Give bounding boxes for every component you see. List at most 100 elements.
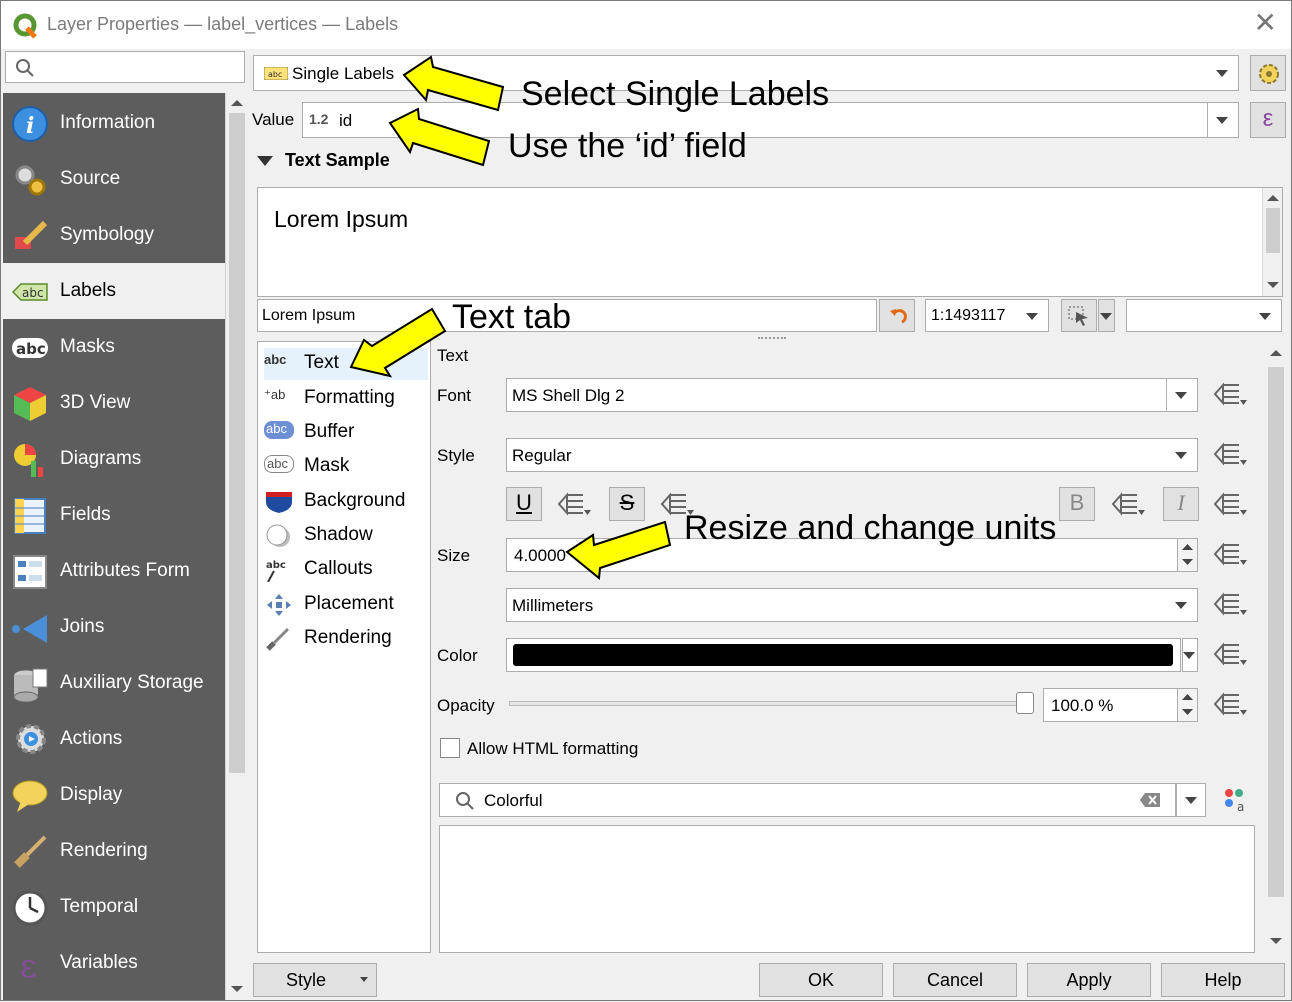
style-combo[interactable]: Regular: [506, 438, 1198, 472]
sidebar-item-actions[interactable]: Actions: [3, 711, 225, 767]
search-icon: [456, 792, 474, 810]
size-stepper[interactable]: [1177, 539, 1197, 571]
data-defined-override-opacity-icon[interactable]: [1213, 691, 1247, 717]
sidebar-item-display[interactable]: Display: [3, 767, 225, 823]
bold-button[interactable]: B: [1059, 487, 1095, 521]
scale-value: 1:1493117: [931, 307, 1006, 324]
sidebar-item-label: Auxiliary Storage: [60, 672, 204, 693]
style-manager-icon[interactable]: a: [1223, 787, 1249, 813]
sidebar-item-temporal[interactable]: Temporal: [3, 879, 225, 935]
formatting-icon: ⁺ab: [264, 387, 286, 402]
buffer-icon: abc: [264, 421, 294, 439]
masks-icon: abc: [12, 338, 48, 358]
scroll-thumb[interactable]: [229, 113, 245, 773]
sidebar-item-attributes-form[interactable]: Attributes Form: [3, 543, 225, 599]
sidebar-item-fields[interactable]: Fields: [3, 487, 225, 543]
style-filter-dropdown[interactable]: [1176, 783, 1206, 817]
apply-button[interactable]: Apply: [1027, 963, 1151, 997]
preview-text: Lorem Ipsum: [274, 206, 409, 232]
scroll-up-icon[interactable]: [1270, 349, 1282, 357]
opacity-label: Opacity: [437, 696, 495, 715]
collapse-triangle-icon[interactable]: [257, 155, 273, 167]
scroll-up-icon[interactable]: [1267, 194, 1279, 202]
sidebar-item-label: 3D View: [60, 392, 131, 413]
step-down-icon[interactable]: [1182, 708, 1193, 716]
step-up-icon[interactable]: [1182, 693, 1193, 701]
italic-button[interactable]: I: [1163, 487, 1199, 521]
color-button[interactable]: [506, 638, 1181, 672]
label-tabs-list: abc Text ⁺ab Formatting abc Buffer abc M…: [257, 341, 431, 953]
annotation-select-single-labels: Select Single Labels: [521, 75, 830, 113]
sidebar-item-source[interactable]: Source: [3, 151, 225, 207]
sidebar-item-variables[interactable]: ε Variables: [3, 935, 225, 991]
close-icon[interactable]: ✕: [1254, 9, 1277, 37]
opacity-stepper[interactable]: [1177, 689, 1197, 721]
auto-config-button[interactable]: [1250, 55, 1286, 91]
scroll-thumb[interactable]: [1266, 208, 1280, 253]
sidebar-item-auxiliary-storage[interactable]: Auxiliary Storage: [3, 655, 225, 711]
sidebar-item-masks[interactable]: abc Masks: [3, 319, 225, 375]
data-defined-override-italic-icon[interactable]: [1213, 491, 1247, 517]
background-color-dropdown[interactable]: [1098, 299, 1115, 332]
tab-text[interactable]: abc Text: [264, 348, 428, 380]
strikeout-button[interactable]: S: [609, 487, 645, 521]
opacity-slider-track[interactable]: [509, 692, 1034, 714]
expression-button[interactable]: ε: [1250, 102, 1286, 138]
sidebar-item-rendering[interactable]: Rendering: [3, 823, 225, 879]
scroll-down-icon[interactable]: [1270, 937, 1282, 945]
style-value: Regular: [512, 446, 572, 465]
step-up-icon[interactable]: [1182, 543, 1193, 551]
value-field-value: id: [339, 111, 353, 130]
style-gallery[interactable]: [439, 825, 1255, 953]
data-defined-override-style-icon[interactable]: [1213, 441, 1247, 467]
underline-button[interactable]: U: [506, 487, 542, 521]
opacity-spinbox[interactable]: 100.0 %: [1043, 688, 1198, 722]
clear-icon[interactable]: [1139, 792, 1161, 808]
background-color-button[interactable]: [1061, 299, 1097, 332]
style-menu-button[interactable]: Style: [253, 963, 377, 997]
step-down-icon[interactable]: [1182, 558, 1193, 566]
allow-html-checkbox[interactable]: [440, 738, 460, 758]
sidebar-item-labels[interactable]: abc Labels: [3, 263, 225, 319]
settings-scrollbar[interactable]: [1265, 341, 1287, 953]
divider: [1207, 103, 1208, 137]
cancel-button[interactable]: Cancel: [893, 963, 1017, 997]
sidebar-item-label: Fields: [60, 504, 111, 525]
sidebar-item-information[interactable]: i Information: [3, 95, 225, 151]
splitter-handle[interactable]: [758, 337, 786, 340]
ok-button[interactable]: OK: [759, 963, 883, 997]
sidebar-item-3d-view[interactable]: 3D View: [3, 375, 225, 431]
sidebar-item-joins[interactable]: Joins: [3, 599, 225, 655]
chevron-down-icon: [1175, 452, 1187, 459]
svg-text:a: a: [1237, 800, 1244, 813]
symbology-brush-icon: [15, 220, 48, 249]
scroll-down-icon[interactable]: [231, 985, 243, 993]
help-button[interactable]: Help: [1161, 963, 1285, 997]
data-defined-override-color-icon[interactable]: [1213, 641, 1247, 667]
sample-text-value: Lorem Ipsum: [262, 307, 356, 324]
color-dropdown[interactable]: [1182, 638, 1198, 672]
data-defined-override-units-icon[interactable]: [1213, 591, 1247, 617]
scroll-thumb[interactable]: [1268, 367, 1284, 897]
preview-background-combo[interactable]: [1126, 299, 1282, 332]
data-defined-override-bold-icon[interactable]: [1111, 491, 1145, 517]
style-search-input[interactable]: Colorful: [439, 783, 1176, 817]
scroll-down-icon[interactable]: [1267, 281, 1279, 289]
search-input[interactable]: [5, 51, 245, 83]
sidebar-item-symbology[interactable]: Symbology: [3, 207, 225, 263]
data-defined-override-font-icon[interactable]: [1213, 381, 1247, 407]
opacity-value: 100.0 %: [1051, 696, 1114, 715]
sidebar-item-diagrams[interactable]: Diagrams: [3, 431, 225, 487]
opacity-slider-handle[interactable]: [1016, 692, 1034, 714]
scroll-up-icon[interactable]: [231, 99, 243, 107]
size-units-combo[interactable]: Millimeters: [506, 588, 1198, 622]
annotation-use-id-field: Use the ‘id’ field: [508, 127, 747, 165]
sidebar-scrollbar[interactable]: [225, 93, 247, 1000]
preview-scrollbar[interactable]: [1262, 188, 1282, 296]
font-combo[interactable]: MS Shell Dlg 2: [506, 378, 1198, 412]
reset-sample-button[interactable]: [879, 299, 915, 332]
data-defined-override-underline-icon[interactable]: [557, 491, 591, 517]
data-defined-override-size-icon[interactable]: [1213, 541, 1247, 567]
attributes-form-icon: [13, 555, 47, 589]
scale-combo[interactable]: 1:1493117: [925, 299, 1049, 332]
